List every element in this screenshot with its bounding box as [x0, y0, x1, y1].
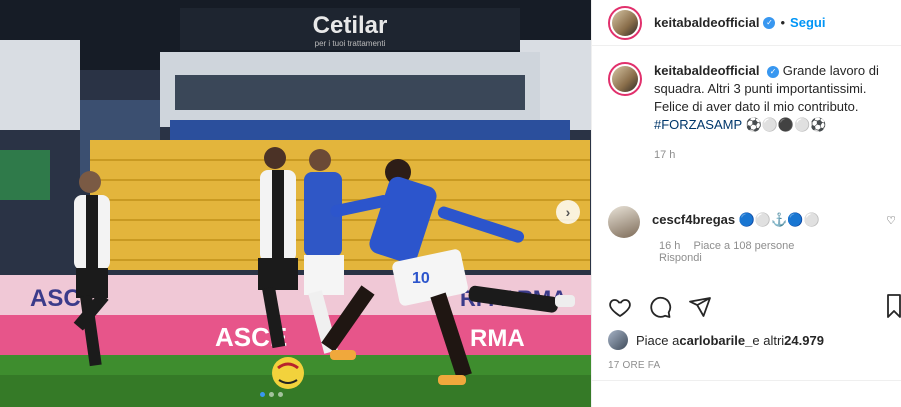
post-header: keitabaldeofficial ✓ • Segui — [592, 0, 901, 46]
carousel-dot — [260, 392, 265, 397]
share-icon[interactable] — [688, 295, 712, 319]
caption-username[interactable]: keitabaldeofficial — [654, 63, 759, 78]
author-username[interactable]: keitabaldeofficial — [654, 15, 759, 30]
post-timestamp[interactable]: 17 ORE FA — [608, 360, 660, 371]
banner-sub-text: per i tuoi trattamenti — [315, 39, 386, 48]
carousel-next-button[interactable]: › — [556, 200, 580, 224]
carousel-dot — [278, 392, 283, 397]
post-side-panel: keitabaldeofficial ✓ • Segui keitabaldeo… — [591, 0, 901, 407]
likes-summary: Piace a carlobarile_ e altri 24.979 — [608, 330, 824, 350]
author-avatar[interactable] — [608, 5, 642, 40]
post-photo[interactable]: Cetilar per i tuoi trattamenti ASC RI PA… — [0, 0, 591, 407]
banner-top-text: Cetilar — [313, 12, 388, 39]
comment-likes[interactable]: Piace a 108 persone — [693, 240, 794, 252]
caption-hashtag[interactable]: #FORZASAMP — [654, 117, 742, 132]
comment-reply-button[interactable]: Rispondi — [659, 252, 896, 264]
divider — [592, 380, 901, 381]
football — [272, 357, 304, 389]
verified-badge-icon: ✓ — [767, 65, 780, 78]
action-bar — [608, 294, 901, 320]
commenter-avatar[interactable] — [608, 206, 640, 238]
likes-prefix: Piace a — [636, 332, 680, 348]
separator-dot: • — [780, 15, 786, 30]
comment-username[interactable]: cescf4bregas — [652, 212, 735, 227]
verified-badge-icon: ✓ — [763, 16, 776, 29]
bookmark-icon[interactable] — [887, 294, 901, 318]
liker-avatar[interactable] — [608, 330, 628, 350]
comment-like-icon[interactable]: ♡ — [886, 214, 896, 227]
stadium-scene: Cetilar per i tuoi trattamenti ASC RI PA… — [0, 0, 591, 407]
likes-user[interactable]: carlobarile_ — [679, 333, 752, 348]
board-text-1: ASC — [30, 285, 81, 312]
carousel-dot — [269, 392, 274, 397]
heart-icon[interactable] — [608, 295, 632, 319]
caption-block: keitabaldeofficial ✓ Grande lavoro di sq… — [608, 62, 891, 164]
comment-time: 16 h — [659, 240, 681, 252]
follow-button[interactable]: Segui — [790, 15, 825, 30]
caption-text: keitabaldeofficial ✓ Grande lavoro di sq… — [654, 62, 889, 164]
board-text-4: RMA — [470, 325, 525, 352]
comment-meta: 16 h Piace a 108 persone Rispondi — [659, 240, 896, 264]
caption-avatar[interactable] — [608, 62, 642, 96]
carousel-dots — [260, 392, 283, 397]
comment-icon[interactable] — [648, 295, 672, 319]
comment-body: 🔵⚪⚓🔵⚪ — [738, 212, 820, 227]
comment-text: cescf4bregas 🔵⚪⚓🔵⚪ — [652, 212, 820, 238]
comment-item: cescf4bregas 🔵⚪⚓🔵⚪ ♡ 16 h Piace a 108 pe… — [608, 206, 896, 264]
likes-suffix: e altri — [752, 332, 785, 348]
caption-time: 17 h — [654, 149, 676, 161]
caption-emoji: ⚽⚪⚫⚪⚽ — [745, 117, 827, 132]
likes-count[interactable]: 24.979 — [784, 333, 824, 348]
jersey-number: 10 — [412, 270, 430, 287]
